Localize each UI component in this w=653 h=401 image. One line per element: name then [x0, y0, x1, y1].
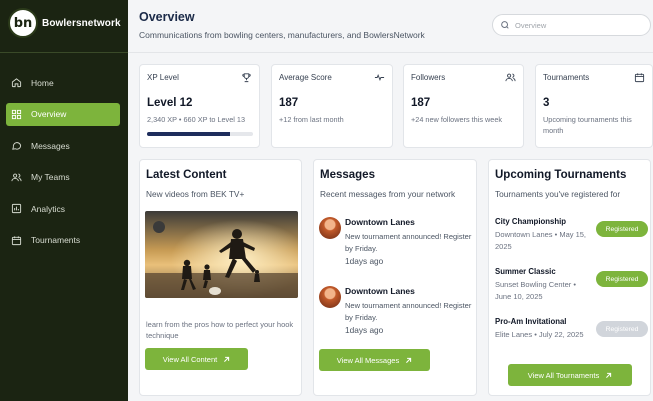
- brand[interactable]: bn Bowlersnetwork: [8, 8, 121, 38]
- latest-content-title: Latest Content: [146, 169, 227, 181]
- followers-note: +24 new followers this week: [411, 115, 503, 124]
- tournament-item[interactable]: City Championship Downtown Lanes • May 1…: [495, 217, 648, 252]
- upcoming-tournaments-subtitle: Tournaments you've registered for: [495, 189, 621, 199]
- upcoming-tournaments-title: Upcoming Tournaments: [495, 169, 627, 181]
- search-icon: [501, 21, 509, 29]
- sidebar-item-label: Home: [31, 77, 54, 88]
- sidebar-nav: Home Overview Messages My Teams Analytic…: [6, 71, 120, 260]
- view-all-tournaments-button[interactable]: View All Tournaments: [508, 364, 632, 386]
- latest-content-description: learn from the pros how to perfect your …: [146, 320, 294, 340]
- xp-level-value: Level 12: [147, 97, 193, 109]
- sidebar-item-analytics[interactable]: Analytics: [6, 197, 120, 220]
- trophy-icon: [242, 73, 251, 83]
- arrow-up-right-icon: [406, 357, 412, 363]
- sidebar-item-label: Tournaments: [31, 235, 81, 245]
- view-all-content-button[interactable]: View All Content: [145, 348, 248, 370]
- message-text: New tournament announced! Register by Fr…: [345, 301, 472, 322]
- xp-level-note: 2,340 XP • 660 XP to Level 13: [147, 115, 246, 124]
- latest-content-panel: Latest Content New videos from BEK TV+ l…: [139, 159, 302, 396]
- message-sender: Downtown Lanes: [345, 286, 415, 296]
- message-time: 1days ago: [345, 256, 384, 266]
- sidebar-divider: [0, 52, 128, 53]
- tournament-meta: Sunset Bowling Center • June 10, 2025: [495, 280, 577, 301]
- xp-progress-bar: [147, 131, 253, 136]
- messages-title: Messages: [320, 169, 375, 181]
- users-icon: [505, 73, 516, 82]
- sidebar-item-home[interactable]: Home: [6, 71, 120, 94]
- brand-logo: bn: [8, 8, 38, 38]
- message-time: 1days ago: [345, 325, 384, 335]
- avatar: [319, 217, 341, 239]
- latest-content-subtitle: New videos from BEK TV+: [146, 189, 245, 199]
- tournament-meta: Elite Lanes • July 22, 2025: [495, 330, 584, 339]
- sidebar-item-label: Analytics: [31, 203, 66, 214]
- followers-label: Followers: [411, 73, 446, 82]
- view-all-tournaments-label: View All Tournaments: [527, 370, 600, 380]
- messages-subtitle: Recent messages from your network: [320, 189, 456, 199]
- tournaments-label: Tournaments: [543, 73, 590, 82]
- average-score-card: Average Score 187 +12 from last month: [271, 64, 393, 148]
- sidebar: bn Bowlersnetwork Home Overview Messages…: [0, 0, 128, 401]
- page-title: Overview: [139, 10, 195, 24]
- brand-name: Bowlersnetwork: [42, 17, 121, 29]
- tournament-item[interactable]: Summer Classic Sunset Bowling Center • J…: [495, 267, 648, 302]
- sidebar-item-overview[interactable]: Overview: [6, 102, 120, 126]
- sidebar-item-my-teams[interactable]: My Teams: [6, 166, 120, 189]
- users-icon: [11, 173, 22, 181]
- tournaments-note: Upcoming tournaments this month: [543, 115, 632, 135]
- message-text: New tournament announced! Register by Fr…: [345, 232, 472, 253]
- sidebar-item-label: My Teams: [31, 172, 70, 182]
- pulse-icon: [374, 73, 385, 82]
- tournaments-value: 3: [543, 97, 550, 109]
- average-score-value: 187: [279, 97, 299, 109]
- sidebar-item-messages[interactable]: Messages: [6, 134, 120, 157]
- arrow-up-right-icon: [606, 372, 612, 378]
- arrow-up-right-icon: [224, 356, 230, 362]
- upcoming-tournaments-panel: Upcoming Tournaments Tournaments you've …: [488, 159, 651, 396]
- message-item[interactable]: Downtown Lanes New tournament announced!…: [319, 217, 479, 267]
- chart-icon: [11, 203, 22, 214]
- xp-level-label: XP Level: [147, 73, 179, 82]
- tournaments-card: Tournaments 3 Upcoming tournaments this …: [535, 64, 653, 148]
- sidebar-item-tournaments[interactable]: Tournaments: [6, 229, 120, 252]
- view-all-messages-label: View All Messages: [336, 355, 400, 365]
- sidebar-item-label: Messages: [31, 140, 70, 151]
- calendar-icon: [634, 73, 645, 83]
- view-all-messages-button[interactable]: View All Messages: [319, 349, 430, 371]
- sidebar-item-label: Overview: [31, 109, 67, 119]
- view-all-content-label: View All Content: [162, 354, 218, 364]
- header-divider: [128, 52, 653, 53]
- search-input[interactable]: [515, 20, 635, 30]
- average-score-note: +12 from last month: [279, 115, 344, 124]
- search-box[interactable]: [492, 14, 651, 36]
- followers-card: Followers 187 +24 new followers this wee…: [403, 64, 524, 148]
- tournament-meta: Downtown Lanes • May 15, 2025: [495, 230, 587, 251]
- xp-level-card: XP Level Level 12 2,340 XP • 660 XP to L…: [139, 64, 260, 148]
- message-item[interactable]: Downtown Lanes New tournament announced!…: [319, 286, 479, 336]
- status-badge: Registered: [596, 221, 648, 237]
- xp-progress-fill: [147, 131, 230, 136]
- grid-icon: [11, 109, 22, 119]
- status-badge: Registered: [596, 271, 648, 287]
- avatar: [319, 286, 341, 308]
- soccer-scene-image: [145, 211, 298, 298]
- chat-icon: [12, 142, 22, 150]
- status-badge: Registered: [596, 321, 648, 337]
- tournament-item[interactable]: Pro-Am Invitational Elite Lanes • July 2…: [495, 317, 648, 341]
- average-score-label: Average Score: [279, 73, 332, 82]
- calendar-icon: [11, 235, 22, 245]
- home-icon: [11, 78, 22, 88]
- messages-panel: Messages Recent messages from your netwo…: [313, 159, 477, 396]
- page-subtitle: Communications from bowling centers, man…: [139, 30, 425, 40]
- video-thumbnail[interactable]: [145, 211, 298, 298]
- followers-value: 187: [411, 97, 431, 109]
- message-sender: Downtown Lanes: [345, 217, 415, 227]
